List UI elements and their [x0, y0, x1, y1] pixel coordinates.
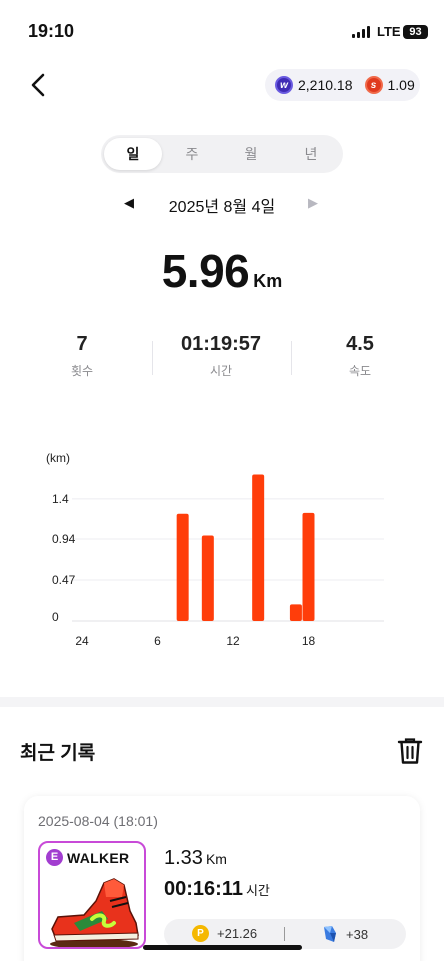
stat-count-value: 7 — [76, 333, 88, 355]
stat-time-value: 01:19:57 — [180, 333, 262, 355]
chevron-left-icon — [31, 73, 45, 97]
chart-ylabel: (km) — [46, 451, 70, 465]
chart-bar — [201, 535, 214, 621]
gem-reward-value: +38 — [346, 926, 369, 942]
date-navigator: 2025년 8월 4일 ◀ ▶ — [0, 193, 444, 216]
delete-button[interactable] — [397, 737, 423, 765]
balance-pill[interactable]: w 2,210.18 s 1.09 — [265, 69, 420, 101]
date-label: 2025년 8월 4일 — [168, 199, 276, 216]
record-distance-unit: Km — [205, 851, 227, 867]
sneaker-icon — [50, 878, 139, 947]
stat-count: 7 횟수 — [12, 333, 152, 379]
record-distance: 1.33 Km — [164, 847, 227, 870]
period-segment: 일 주 월 년 — [101, 135, 343, 173]
stat-count-label: 횟수 — [70, 364, 94, 378]
section-divider — [0, 697, 444, 707]
w-token-icon: w — [275, 76, 293, 94]
chart-bar — [252, 474, 265, 621]
next-date-icon[interactable]: ▶ — [308, 195, 318, 211]
gem-reward: +38 — [322, 925, 368, 943]
record-duration-unit: 시간 — [245, 883, 270, 898]
s-token-icon: s — [364, 76, 383, 94]
chart-ytick-label: 0.47 — [52, 573, 76, 587]
nft-grade-icon: E — [46, 849, 63, 866]
battery-icon: 93 — [403, 25, 428, 39]
home-indicator — [143, 945, 302, 950]
w-token-balance: 2,210.18 — [298, 77, 353, 93]
record-duration: 00:16:11 시간 — [164, 878, 270, 901]
record-datetime: 2025-08-04 (18:01) — [38, 813, 158, 829]
reward-divider — [284, 927, 285, 941]
tab-day[interactable]: 일 — [104, 138, 162, 170]
prev-date-icon[interactable]: ◀ — [124, 195, 134, 211]
chart-xtick-label: 12 — [226, 634, 240, 648]
nft-name: WALKER — [67, 849, 130, 866]
stat-speed: 4.5 속도 — [290, 333, 430, 379]
trash-icon — [397, 738, 423, 764]
stats-row: 7 횟수 01:19:57 시간 4.5 속도 — [0, 333, 444, 383]
chart-bar — [289, 604, 302, 621]
stat-time: 01:19:57 시간 — [151, 333, 291, 379]
chart-xtick-label: 24 — [75, 634, 89, 648]
record-card[interactable]: 2025-08-04 (18:01) E WALKER 1.33 Km 00:16… — [24, 796, 420, 961]
gem-icon — [324, 926, 336, 942]
stat-time-label: 시간 — [209, 364, 233, 378]
record-distance-value: 1.33 — [164, 847, 203, 869]
chart-ytick-label: 0.94 — [52, 532, 76, 546]
chart-ytick-label: 1.4 — [52, 492, 69, 506]
network-label: LTE — [377, 24, 401, 39]
chart-ytick-label: 0 — [52, 610, 59, 624]
chart-xtick-label: 6 — [154, 634, 161, 648]
chart-bar — [176, 513, 189, 621]
distance-unit: Km — [253, 271, 283, 291]
chart-xtick-label: 18 — [302, 634, 316, 648]
status-time: 19:10 — [28, 21, 75, 41]
status-bar: 19:10 LTE 93 — [0, 0, 444, 62]
nft-shoe-card[interactable]: E WALKER — [38, 841, 146, 949]
nft-badge: E WALKER — [46, 849, 129, 866]
recent-records-title: 최근 기록 — [20, 743, 96, 764]
tab-month[interactable]: 월 — [222, 138, 280, 170]
total-distance: 5.96 Km — [0, 244, 444, 298]
chart-bar — [302, 512, 315, 621]
stat-speed-label: 속도 — [348, 364, 372, 378]
signal-icon — [352, 26, 372, 38]
stat-speed-value: 4.5 — [346, 333, 374, 355]
s-token-balance: 1.09 — [387, 77, 415, 93]
tab-week[interactable]: 주 — [163, 138, 221, 170]
back-button[interactable] — [24, 70, 54, 100]
record-duration-value: 00:16:11 — [164, 878, 243, 900]
point-reward-value: +21.26 — [217, 926, 258, 941]
point-reward: P +21.26 — [192, 925, 257, 942]
distance-value: 5.96 — [161, 245, 250, 297]
distance-chart: (km) 0 0.47 0.94 1.4 24 6 12 18 — [46, 451, 384, 648]
point-coin-icon: P — [192, 925, 209, 942]
tab-year[interactable]: 년 — [282, 138, 340, 170]
